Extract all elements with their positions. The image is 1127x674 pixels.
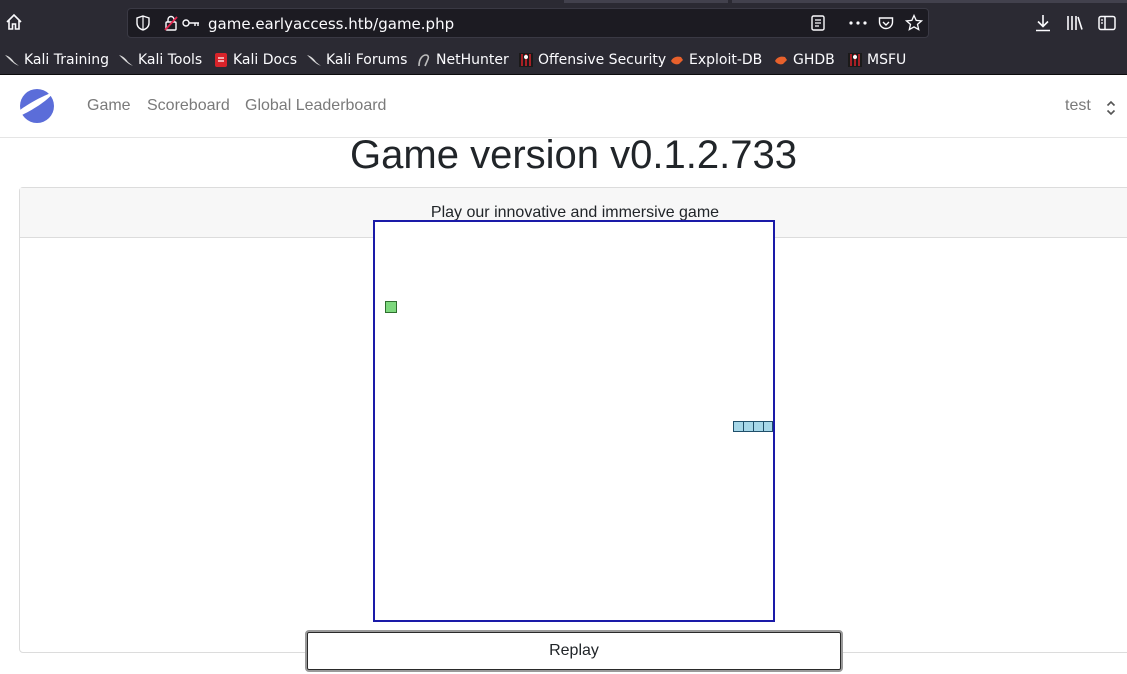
sidebar-toggle-icon[interactable] [1097,13,1117,33]
bookmark-label: Kali Forums [326,52,408,68]
shield-icon[interactable] [135,15,151,31]
url-text[interactable]: game.earlyaccess.htb/game.php [208,15,454,33]
bookmark-label: Kali Tools [138,52,203,68]
bookmark-label: Kali Docs [233,52,298,68]
url-bar[interactable]: game.earlyaccess.htb/game.php [127,8,929,38]
nav-scoreboard-link[interactable]: Scoreboard [147,97,230,115]
library-icon[interactable] [1065,13,1085,33]
bookmark-offensive-security[interactable]: Offensive Security [518,50,666,70]
bookmark-label: GHDB [793,52,835,68]
bookmark-kali-docs[interactable]: Kali Docs [213,50,297,70]
tab-indicator [564,0,728,3]
exploitdb-icon [669,52,685,68]
bookmark-label: Exploit-DB [689,52,763,68]
user-menu-label[interactable]: test [1065,97,1091,115]
bookmark-label: Kali Training [24,52,109,68]
bookmark-star-icon[interactable] [905,14,923,32]
pocket-icon[interactable] [877,15,895,31]
reader-view-icon[interactable] [810,15,826,31]
kali-dragon-icon [4,52,20,68]
offsec-icon [518,52,534,68]
tab-indicator [732,0,1127,3]
bookmark-nethunter[interactable]: NetHunter [416,50,509,70]
replay-button[interactable]: Replay [305,630,843,672]
site-navbar: Game Scoreboard Global Leaderboard test [0,75,1127,138]
game-canvas[interactable] [373,220,775,622]
browser-toolbar: game.earlyaccess.htb/game.php [0,0,1127,44]
downloads-icon[interactable] [1033,13,1053,33]
bookmark-kali-tools[interactable]: Kali Tools [118,50,202,70]
site-logo[interactable] [18,88,56,124]
key-icon[interactable] [182,15,200,31]
food-pellet [385,301,397,313]
snake-segment [763,421,773,432]
insecure-lock-icon[interactable] [162,15,180,31]
bookmark-label: Offensive Security [538,52,667,68]
exploitdb-icon [773,52,789,68]
bookmark-kali-forums[interactable]: Kali Forums [306,50,407,70]
bookmark-msfu[interactable]: MSFU [847,50,906,70]
page-title: Game version v0.1.2.733 [350,133,797,177]
bookmark-label: MSFU [867,52,907,68]
kali-dragon-icon [306,52,322,68]
offsec-icon [847,52,863,68]
bookmark-ghdb[interactable]: GHDB [773,50,835,70]
bookmark-label: NetHunter [436,52,509,68]
nav-game-link[interactable]: Game [87,97,131,115]
nethunter-icon [416,52,432,68]
bookmark-exploit-db[interactable]: Exploit-DB [669,50,762,70]
bookmark-kali-training[interactable]: Kali Training [4,50,109,70]
chevron-updown-icon[interactable] [1105,99,1117,117]
kali-dragon-icon [118,52,134,68]
kali-docs-icon [213,52,229,68]
more-actions-icon[interactable] [849,15,867,31]
nav-global-leaderboard-link[interactable]: Global Leaderboard [245,97,386,115]
home-icon[interactable] [4,12,24,32]
bookmarks-toolbar: Kali Training Kali Tools Kali Docs Kali … [0,44,1127,75]
